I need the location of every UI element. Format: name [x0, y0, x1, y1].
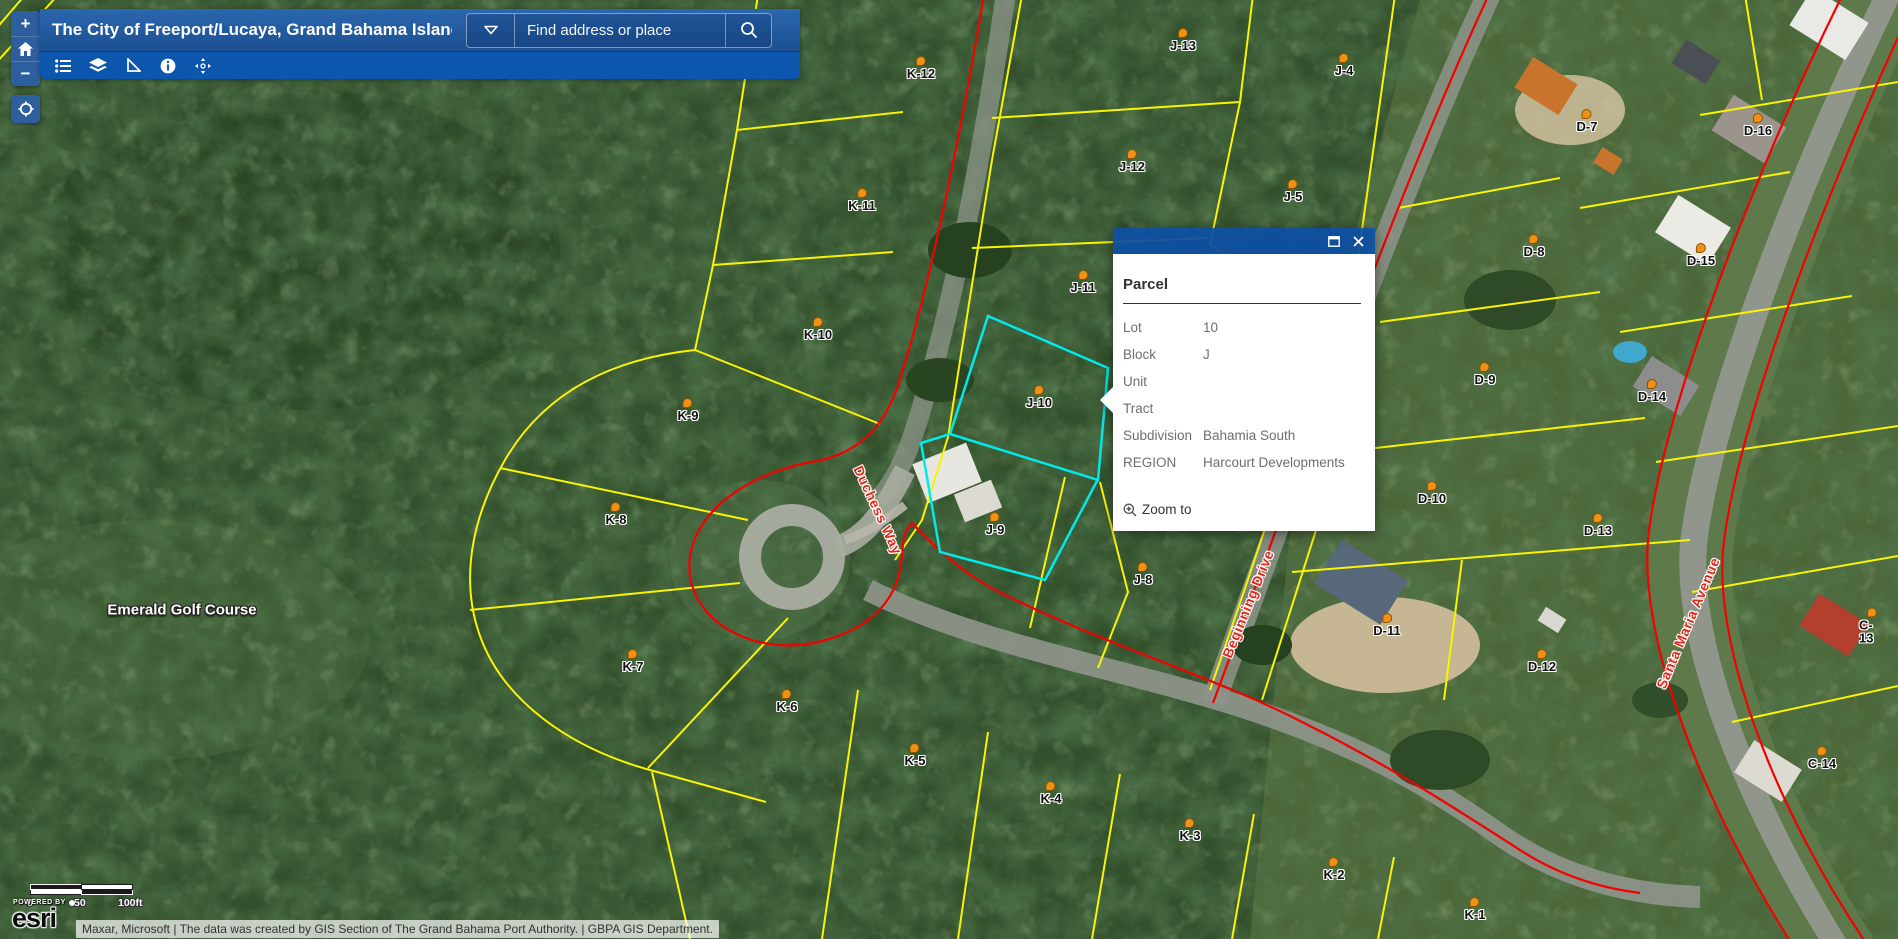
maximize-button[interactable]: [1325, 232, 1343, 250]
zoom-control-panel: + −: [11, 11, 40, 86]
locate-icon: [18, 101, 34, 117]
app-header: The City of Freeport/Lucaya, Grand Baham…: [40, 9, 800, 79]
popup-field-row: SubdivisionBahamia South: [1123, 422, 1361, 449]
field-value: J: [1203, 347, 1361, 362]
title-bar: The City of Freeport/Lucaya, Grand Baham…: [40, 9, 800, 52]
map-stage[interactable]: K-12J-13J-4D-7D-16J-12J-5K-11J-11D-8D-15…: [0, 0, 1898, 939]
scale-segment: [30, 890, 81, 895]
esri-logo[interactable]: esri: [12, 905, 56, 932]
directions-button[interactable]: [190, 54, 216, 77]
popup-divider: [1123, 303, 1361, 304]
popup-field-row: REGIONHarcourt Developments: [1123, 449, 1361, 476]
field-label: Unit: [1123, 374, 1203, 389]
layers-icon: [89, 58, 107, 74]
home-button[interactable]: [11, 36, 40, 61]
field-label: Tract: [1123, 401, 1203, 416]
field-value: Bahamia South: [1203, 428, 1361, 443]
chevron-down-icon: [484, 25, 498, 35]
field-value: 10: [1203, 320, 1361, 335]
zoom-in-button[interactable]: +: [11, 11, 40, 36]
search-widget: [466, 13, 772, 48]
field-label: Subdivision: [1123, 428, 1203, 443]
field-label: REGION: [1123, 455, 1203, 470]
zoom-to-label: Zoom to: [1142, 502, 1192, 517]
legend-button[interactable]: [50, 54, 76, 77]
home-icon: [18, 42, 33, 56]
maximize-icon: [1328, 236, 1340, 247]
popup-title: Parcel: [1123, 268, 1361, 303]
map-toolbar: [40, 52, 800, 79]
satellite-map[interactable]: [0, 0, 1898, 939]
locate-button[interactable]: [11, 95, 40, 123]
map-attribution: Maxar, Microsoft | The data was created …: [76, 920, 719, 938]
field-value: Harcourt Developments: [1203, 455, 1361, 470]
scale-bar: 0 50 100ft: [30, 884, 133, 895]
zoom-out-button[interactable]: −: [11, 61, 40, 86]
popup-pointer: [1100, 387, 1113, 413]
zoom-to-link[interactable]: Zoom to: [1123, 502, 1192, 517]
popup-body: Parcel Lot10BlockJUnitTractSubdivisionBa…: [1113, 254, 1375, 531]
parcel-popup: Parcel Lot10BlockJUnitTractSubdivisionBa…: [1113, 228, 1375, 531]
directions-icon: [195, 58, 211, 74]
layers-button[interactable]: [85, 54, 111, 77]
globe-icon: [69, 900, 75, 906]
field-label: Block: [1123, 347, 1203, 362]
legend-icon: [55, 59, 71, 73]
field-label: Lot: [1123, 320, 1203, 335]
popup-fields: Lot10BlockJUnitTractSubdivisionBahamia S…: [1123, 314, 1361, 476]
popup-field-row: Unit: [1123, 368, 1361, 395]
search-icon: [740, 21, 758, 39]
close-icon: [1353, 236, 1364, 247]
popup-field-row: Tract: [1123, 395, 1361, 422]
info-button[interactable]: [155, 54, 181, 77]
popup-field-row: BlockJ: [1123, 341, 1361, 368]
info-icon: [160, 58, 176, 74]
scale-label-100ft: 100ft: [118, 897, 143, 909]
popup-titlebar[interactable]: [1113, 228, 1375, 254]
popup-field-row: Lot10: [1123, 314, 1361, 341]
search-button[interactable]: [725, 14, 771, 47]
measure-icon: [126, 58, 141, 73]
zoom-to-icon: [1123, 503, 1137, 517]
search-dropdown-button[interactable]: [467, 14, 515, 47]
page-title: The City of Freeport/Lucaya, Grand Baham…: [40, 20, 452, 40]
measure-button[interactable]: [120, 54, 146, 77]
scale-label-50: 50: [74, 897, 86, 909]
scale-segment: [81, 890, 133, 895]
close-button[interactable]: [1349, 232, 1367, 250]
search-input[interactable]: [515, 14, 725, 47]
